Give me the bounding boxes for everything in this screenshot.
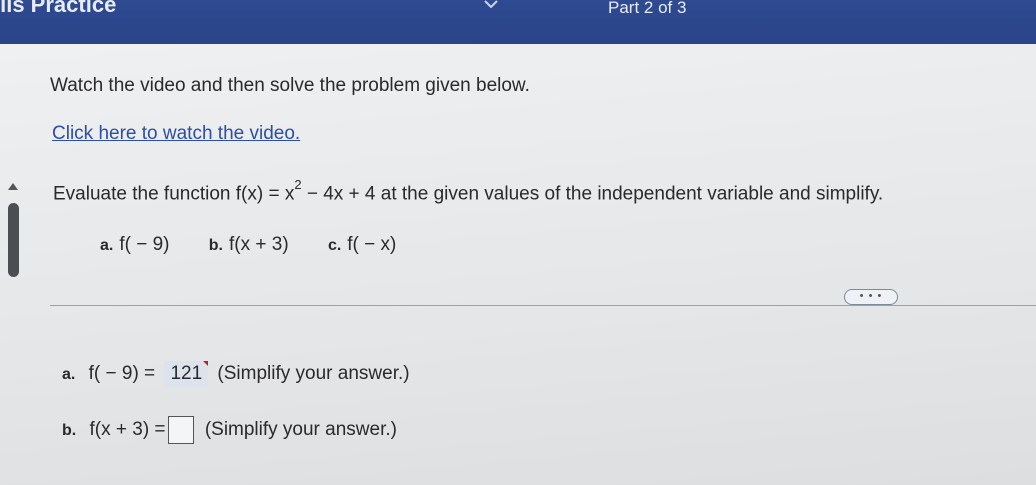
scrollbar-thumb[interactable] <box>8 203 19 277</box>
part-b-label: b. <box>208 237 223 254</box>
answer-a-hint: (Simplify your answer.) <box>217 363 410 384</box>
problem-parts: a. f( − 9) b. f(x + 3) c. f( − x) <box>100 234 430 256</box>
problem-tail: − 4x + 4 at the given values of the inde… <box>301 183 884 205</box>
answer-a-value: 121 <box>170 363 203 384</box>
part-c-expr: f( − x) <box>347 234 397 255</box>
answer-b-label: b. <box>62 422 77 440</box>
problem-statement: Evaluate the function f(x) = x2 − 4x + 4… <box>53 177 884 205</box>
problem-exponent: 2 <box>294 177 302 192</box>
expand-more-button[interactable]: • • • <box>844 289 898 305</box>
top-header: ills Practice Part 2 of 3 <box>0 0 1036 44</box>
answer-a-row: a. f( − 9) = 121 (Simplify your answer.) <box>62 361 410 387</box>
problem-lead: Evaluate the function f(x) = x <box>53 183 295 205</box>
part-c-label: c. <box>327 237 342 254</box>
part-c: c. f( − x) <box>328 234 396 255</box>
answer-a-label: a. <box>62 366 76 383</box>
part-a-label: a. <box>100 237 114 254</box>
part-indicator: Part 2 of 3 <box>608 0 687 17</box>
scroll-up-icon[interactable] <box>8 183 18 190</box>
answer-mark-icon <box>203 361 209 366</box>
answer-b-expr: f(x + 3) = <box>89 419 166 441</box>
answer-b-hint: (Simplify your answer.) <box>204 419 397 441</box>
part-a: a. f( − 9) <box>100 234 175 255</box>
part-a-expr: f( − 9) <box>119 234 170 255</box>
watch-video-link[interactable]: Click here to watch the video. <box>52 123 300 145</box>
chevron-down-icon[interactable] <box>484 0 498 8</box>
part-b: b. f(x + 3) <box>209 234 294 255</box>
answer-b-input[interactable] <box>167 416 194 444</box>
header-title: ills Practice <box>0 0 117 17</box>
part-b-expr: f(x + 3) <box>229 234 289 255</box>
instructions-text: Watch the video and then solve the probl… <box>50 75 530 96</box>
answer-a-expr: f( − 9) = <box>88 363 156 384</box>
answer-a-input[interactable]: 121 <box>164 361 209 387</box>
answer-b-row: b. f(x + 3) = (Simplify your answer.) <box>62 416 397 444</box>
section-divider <box>50 305 1036 306</box>
